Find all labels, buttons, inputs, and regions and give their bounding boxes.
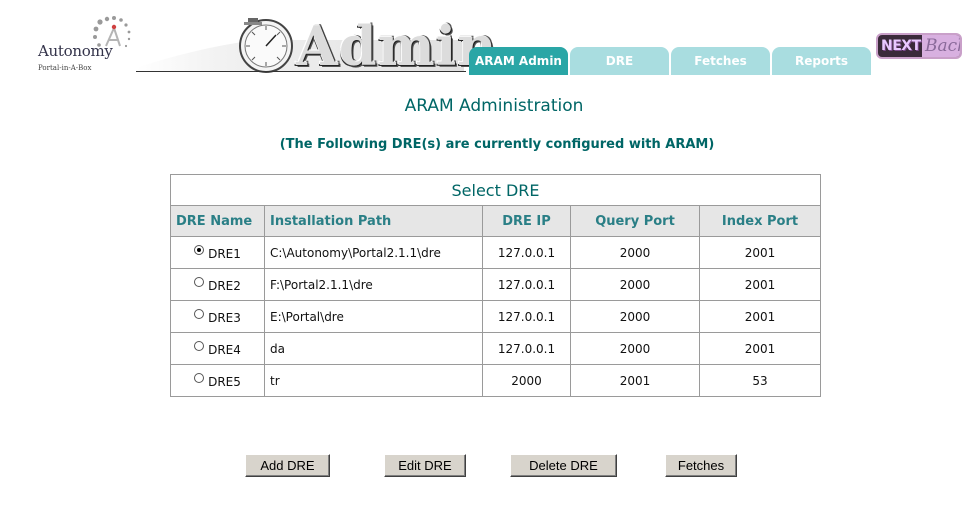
dre-name: DRE4	[208, 342, 241, 357]
dre-select-radio[interactable]	[194, 340, 205, 351]
dre-name: DRE1	[208, 246, 241, 261]
dre-ip-cell: 127.0.0.1	[482, 236, 571, 269]
dre-name-cell: DRE3	[170, 300, 265, 333]
column-header-installation-path: Installation Path	[264, 205, 483, 237]
table-row: DRE3 E:\Portal\dre 127.0.0.1 2000 2001	[170, 300, 821, 333]
delete-dre-button[interactable]: Delete DRE	[510, 454, 617, 477]
back-label: Back	[922, 35, 960, 57]
query-port-cell: 2000	[570, 332, 700, 365]
dre-ip-cell: 127.0.0.1	[482, 268, 571, 301]
table-row: DRE2 F:\Portal2.1.1\dre 127.0.0.1 2000 2…	[170, 268, 821, 301]
dre-name-cell: DRE4	[170, 332, 265, 365]
autonomy-logo: Autonomy Portal-in-A-Box	[36, 16, 136, 78]
query-port-cell: 2001	[570, 364, 700, 397]
dre-ip-cell: 127.0.0.1	[482, 300, 571, 333]
logo-tagline: Portal-in-A-Box	[38, 64, 92, 72]
dre-table: Select DRE DRE Name Installation Path DR…	[170, 174, 821, 397]
dre-select-radio[interactable]	[194, 308, 205, 319]
page-title: ARAM Administration	[404, 96, 584, 116]
table-row: DRE5 tr 2000 2001 53	[170, 364, 821, 397]
dre-name-cell: DRE1	[170, 236, 265, 269]
dre-name: DRE2	[208, 278, 241, 293]
tab-reports[interactable]: Reports	[772, 47, 871, 75]
installation-path-cell: da	[264, 332, 483, 365]
tab-fetches[interactable]: Fetches	[671, 47, 770, 75]
query-port-cell: 2000	[570, 300, 700, 333]
dre-ip-cell: 127.0.0.1	[482, 332, 571, 365]
logo-name: Autonomy	[38, 42, 113, 60]
dre-name-cell: DRE2	[170, 268, 265, 301]
tab-aram-admin[interactable]: ARAM Admin	[469, 47, 568, 75]
installation-path-cell: F:\Portal2.1.1\dre	[264, 268, 483, 301]
table-row: DRE4 da 127.0.0.1 2000 2001	[170, 332, 821, 365]
index-port-cell: 2001	[699, 236, 821, 269]
column-header-dre-ip: DRE IP	[482, 205, 571, 237]
installation-path-cell: C:\Autonomy\Portal2.1.1\dre	[264, 236, 483, 269]
installation-path-cell: tr	[264, 364, 483, 397]
index-port-cell: 2001	[699, 332, 821, 365]
next-back-button[interactable]: NEXT Back	[876, 33, 962, 59]
index-port-cell: 2001	[699, 268, 821, 301]
banner-divider	[136, 71, 466, 72]
table-caption: Select DRE	[170, 174, 821, 206]
table-row: DRE1 C:\Autonomy\Portal2.1.1\dre 127.0.0…	[170, 236, 821, 269]
dre-select-radio[interactable]	[194, 244, 205, 255]
edit-dre-button[interactable]: Edit DRE	[384, 454, 466, 477]
tab-dre[interactable]: DRE	[570, 47, 669, 75]
dre-ip-cell: 2000	[482, 364, 571, 397]
dre-name-cell: DRE5	[170, 364, 265, 397]
installation-path-cell: E:\Portal\dre	[264, 300, 483, 333]
index-port-cell: 53	[699, 364, 821, 397]
fetches-button[interactable]: Fetches	[665, 454, 737, 477]
column-header-query-port: Query Port	[570, 205, 700, 237]
column-header-dre-name: DRE Name	[170, 205, 265, 237]
dre-name: DRE5	[208, 374, 241, 389]
dre-select-radio[interactable]	[194, 276, 205, 287]
query-port-cell: 2000	[570, 268, 700, 301]
index-port-cell: 2001	[699, 300, 821, 333]
next-label: NEXT	[881, 38, 921, 54]
query-port-cell: 2000	[570, 236, 700, 269]
table-header-row: DRE Name Installation Path DRE IP Query …	[170, 205, 821, 237]
dre-select-radio[interactable]	[194, 372, 205, 383]
add-dre-button[interactable]: Add DRE	[245, 454, 330, 477]
column-header-index-port: Index Port	[699, 205, 821, 237]
admin-banner-title: Admin	[296, 14, 498, 78]
dre-name: DRE3	[208, 310, 241, 325]
page-subtitle: (The Following DRE(s) are currently conf…	[279, 137, 715, 152]
